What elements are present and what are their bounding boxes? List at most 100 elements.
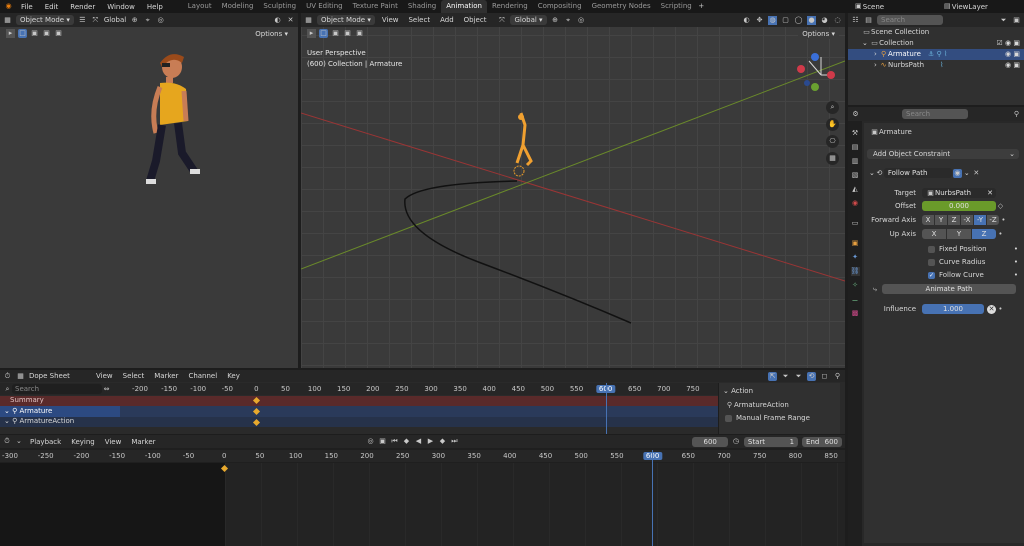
editor-mode-icon[interactable]: ▦	[16, 372, 25, 381]
only-selected-icon[interactable]: ⇱	[768, 371, 777, 381]
menu-channel[interactable]: Channel	[185, 372, 220, 380]
options-dropdown[interactable]: Options ▾	[798, 28, 839, 39]
area-divider[interactable]	[845, 370, 848, 546]
menu-add[interactable]: Add	[437, 16, 457, 24]
properties-search[interactable]: Search	[902, 109, 968, 119]
grid-view-icon[interactable]: ▦	[826, 152, 839, 165]
camera-icon[interactable]: ⎔	[826, 135, 839, 148]
outliner-editor-icon[interactable]: ☷	[851, 16, 860, 25]
jump-start-icon[interactable]: ⏮	[391, 437, 399, 446]
filter-icon[interactable]: ⏷	[781, 372, 790, 381]
dope-sheet-ruler[interactable]: -200 -150 -100 -50 0 50 100 150 200 250 300 350 400 4…	[120, 383, 718, 395]
workspace-tab-texture-paint[interactable]: Texture Paint	[348, 0, 403, 13]
gizmo-icon[interactable]: ✕	[286, 16, 295, 25]
constraint-menu-icon[interactable]: ⌄	[964, 169, 970, 177]
options-dropdown[interactable]: Options ▾	[251, 28, 292, 39]
menu-object[interactable]: Object	[461, 16, 490, 24]
modifier-tab-icon[interactable]: ✦	[851, 253, 860, 262]
workspace-tab-rendering[interactable]: Rendering	[487, 0, 533, 13]
target-field[interactable]: ▣NurbsPath ✕	[922, 188, 996, 198]
prev-keyframe-icon[interactable]: ◆	[403, 437, 411, 446]
start-frame-field[interactable]: Start 1	[743, 436, 799, 447]
current-frame-field[interactable]: 600	[692, 436, 728, 447]
menu-keying[interactable]: Keying	[68, 438, 98, 446]
menu-icon[interactable]: ☰	[78, 16, 87, 25]
layers-icon[interactable]: ▤	[943, 2, 952, 11]
collection-tab-icon[interactable]: ▭	[851, 219, 860, 228]
select-box-icon[interactable]: □	[319, 29, 328, 38]
mode-dropdown[interactable]: Object Mode ▾	[317, 15, 375, 25]
timeline-ruler[interactable]: -300 -250 -200 -150 -100 -50 0 50 100 150 200 250 30…	[0, 450, 845, 462]
visibility-icon[interactable]: ◐	[742, 16, 751, 25]
tool-tab-icon[interactable]: ⚒	[851, 129, 860, 138]
filter-icon[interactable]: ⏷	[999, 16, 1008, 25]
select-subtract-icon[interactable]: ▣	[343, 29, 352, 38]
workspace-tab-shading[interactable]: Shading	[403, 0, 441, 13]
menu-file[interactable]: File	[15, 3, 39, 11]
timeline-editor-icon[interactable]: ⏱	[3, 437, 11, 446]
orientation-icon[interactable]: ⤧	[91, 16, 100, 25]
select-tool-icon[interactable]: ▸	[307, 29, 316, 38]
play-reverse-icon[interactable]: ◀	[414, 437, 422, 446]
blender-logo-icon[interactable]: ◉	[4, 2, 13, 11]
pivot-icon[interactable]: ⊕	[551, 16, 560, 25]
scene-icon[interactable]: ▣	[854, 2, 863, 11]
orientation-icon[interactable]: ⤧	[497, 16, 506, 25]
snap-icon[interactable]: ⌖	[564, 16, 573, 25]
properties-editor-icon[interactable]: ⚙	[851, 110, 860, 119]
swap-icon[interactable]: ⇔	[102, 385, 111, 394]
new-collection-icon[interactable]: ▣	[1012, 16, 1021, 25]
workspace-tab-uv-editing[interactable]: UV Editing	[301, 0, 348, 13]
fixed-position-row[interactable]: Fixed Position •	[928, 244, 1018, 254]
forward-neg-z[interactable]: -Z	[987, 215, 999, 225]
menu-view[interactable]: View	[379, 16, 402, 24]
scene-tab-icon[interactable]: ◭	[851, 185, 860, 194]
orientation-dropdown[interactable]: Global	[104, 16, 126, 24]
outliner-nurbspath[interactable]: › ∿ NurbsPath ⌇ ◉ ▣	[848, 60, 1024, 71]
workspace-tab-compositing[interactable]: Compositing	[533, 0, 587, 13]
main-viewport[interactable]: ▦ Object Mode ▾ View Select Add Object ⤧…	[301, 13, 845, 368]
workspace-tab-sculpting[interactable]: Sculpting	[258, 0, 301, 13]
shading-solid-icon[interactable]: ●	[807, 15, 816, 25]
pin-icon[interactable]: ⚲	[1012, 110, 1021, 119]
left-viewport[interactable]: ▦ Object Mode ▾ ☰ ⤧ Global ⊕ ⌖ ◎ ◐ ✕ ▸ □…	[0, 13, 298, 368]
armature-channel[interactable]: ⌄ ⚲ Armature	[0, 406, 718, 417]
view-icon[interactable]: ⚲	[833, 372, 842, 381]
visibility-icon[interactable]: ◐	[273, 16, 282, 25]
keyframe-icon[interactable]: ◇	[996, 202, 1005, 211]
menu-help[interactable]: Help	[141, 3, 169, 11]
display-mode-icon[interactable]: ▤	[864, 16, 873, 25]
keyframe-dot-icon[interactable]: •	[996, 305, 1005, 314]
view-layer-name[interactable]: ViewLayer	[952, 3, 988, 11]
render-tab-icon[interactable]: ▤	[851, 143, 860, 152]
xray-icon[interactable]: ▢	[781, 16, 790, 25]
gizmo-icon[interactable]: ✥	[755, 16, 764, 25]
keyframe-dot-icon[interactable]: •	[999, 216, 1008, 225]
scene-name[interactable]: Scene	[863, 3, 933, 11]
snap-icon[interactable]: ⟲	[807, 371, 816, 381]
texture-tab-icon[interactable]: ▩	[851, 309, 860, 318]
clock-icon[interactable]: ◷	[732, 437, 740, 446]
forward-x[interactable]: X	[922, 215, 934, 225]
proportional-icon[interactable]: ◻	[820, 372, 829, 381]
constraint-tab-icon[interactable]: ⛓	[850, 267, 860, 276]
curve-radius-row[interactable]: Curve Radius •	[928, 257, 1018, 267]
menu-window[interactable]: Window	[101, 3, 141, 11]
workspace-tab-scripting[interactable]: Scripting	[656, 0, 697, 13]
follow-curve-checkbox[interactable]: ✓	[928, 271, 935, 279]
orientation-dropdown[interactable]: Global ▾	[510, 15, 547, 25]
dope-sheet-playhead[interactable]	[606, 383, 607, 434]
fixed-position-checkbox[interactable]	[928, 245, 935, 253]
pivot-icon[interactable]: ⊕	[130, 16, 139, 25]
world-tab-icon[interactable]: ◉	[851, 199, 860, 208]
enable-constraint-icon[interactable]: ◉	[952, 168, 962, 178]
timeline-playhead[interactable]	[652, 450, 653, 546]
editor-mode-dropdown[interactable]: Dope Sheet	[29, 372, 89, 380]
action-channel[interactable]: ⌄ ⚲ ArmatureAction	[0, 417, 718, 427]
workspace-tab-layout[interactable]: Layout	[183, 0, 217, 13]
dope-sheet[interactable]: ⏱ ▦ Dope Sheet View Select Marker Channe…	[0, 370, 845, 434]
data-tab-icon[interactable]: ✧	[851, 281, 860, 290]
action-panel-title[interactable]: ⌄ Action	[719, 383, 840, 395]
summary-channel[interactable]: Summary	[0, 396, 718, 406]
keyframe-type-icon[interactable]: ▣	[379, 437, 387, 446]
